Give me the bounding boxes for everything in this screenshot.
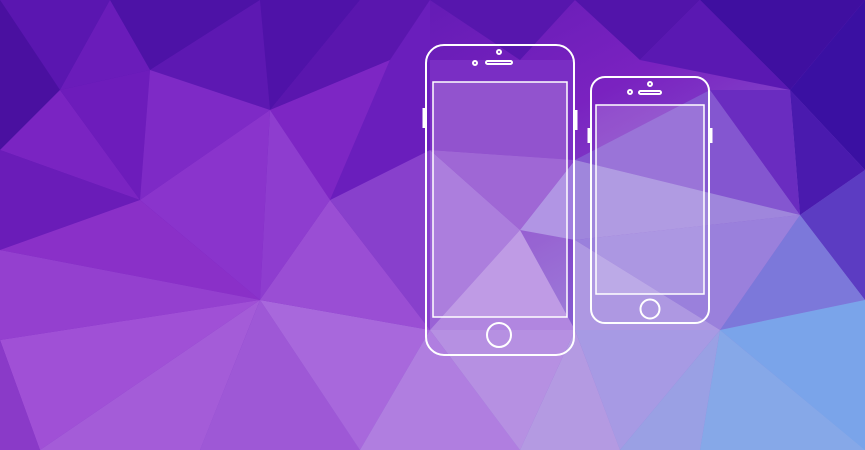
large-phone-screen [432, 81, 568, 318]
low-poly-background [0, 0, 865, 450]
small-phone-screen [595, 104, 705, 295]
small-phone-outline [587, 76, 713, 324]
large-phone-outline [422, 44, 578, 356]
hero-image [0, 0, 865, 450]
